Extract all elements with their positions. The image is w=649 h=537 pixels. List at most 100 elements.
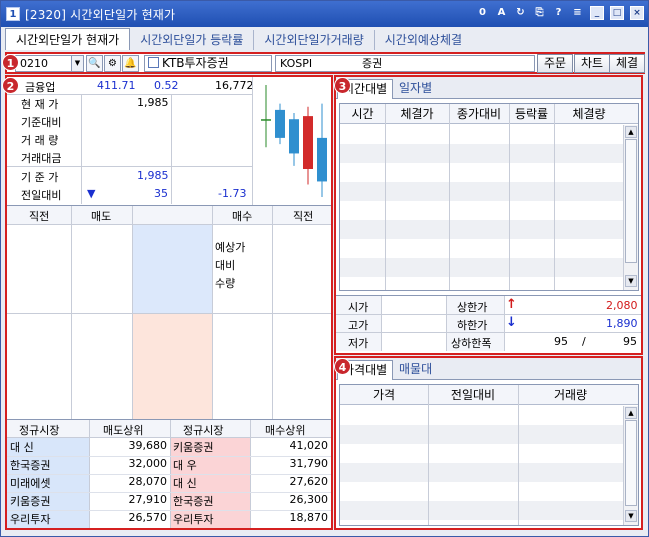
col-volume: 거래량 [553, 388, 588, 402]
trades-tabs: 시간대별 일자별 [336, 77, 641, 99]
sell-broker-name: 키움증권 [10, 495, 51, 508]
open-label: 시가 [348, 301, 369, 314]
current-price-label: 현 재 가 [21, 98, 59, 111]
tab-by-date[interactable]: 일자별 [394, 79, 437, 99]
down-arrow-icon: ▼ [87, 187, 96, 200]
close-icon[interactable]: × [630, 6, 644, 20]
col-time: 시간 [351, 107, 374, 121]
chevron-down-icon[interactable]: ▼ [71, 56, 83, 71]
ob-prev-sell-header: 직전 [29, 210, 50, 223]
main-tabs: 시간외단일가 현재가 시간외단일가 등락률 시간외단일가거래량 시간외예상체결 [5, 28, 472, 50]
scroll-thumb[interactable] [625, 420, 637, 506]
tab-rate-of-change[interactable]: 시간외단일가 등락률 [130, 30, 255, 50]
sell-broker-name: 대 신 [10, 441, 34, 454]
volume-scrollbar[interactable]: ▲ ▼ [623, 406, 638, 525]
link-number-icon[interactable]: 0 [476, 6, 489, 20]
volume-tabs: 가격대별 매물대 [336, 358, 641, 380]
stock-code-input[interactable]: 0210 ▼ [15, 55, 84, 72]
scroll-down-icon[interactable]: ▼ [625, 510, 637, 522]
sell-broker-name: 우리투자 [10, 513, 51, 526]
low-label: 저가 [348, 337, 369, 350]
sell-broker-volume: 28,070 [128, 475, 168, 488]
range-lower-value: 95 [623, 335, 637, 348]
col-diff: 종가대비 [456, 107, 502, 121]
sector-name: 증권 [362, 57, 383, 70]
trades-panel: 시간대별 일자별 시간 체결가 종가대비 등락률 체결량 ▲ ▼ 시가 고가 저… [334, 75, 643, 355]
up-arrow-icon: ↑ [506, 297, 517, 312]
expected-qty-label: 수량 [215, 277, 236, 290]
volume-label: 거 래 량 [21, 134, 59, 147]
scroll-up-icon[interactable]: ▲ [625, 126, 637, 138]
menu-icon[interactable]: ≡ [571, 6, 584, 20]
buy-broker-volume: 18,870 [289, 511, 329, 524]
order-button[interactable]: 주문 [537, 54, 573, 73]
search-icon[interactable]: 🔍 [86, 55, 103, 72]
col-rate: 등락률 [514, 107, 549, 121]
buy-broker-volume: 41,020 [289, 439, 329, 452]
chart-button[interactable]: 차트 [574, 54, 610, 73]
tab-expected-trade[interactable]: 시간외예상체결 [375, 30, 472, 50]
ob-prev-buy-header: 직전 [293, 210, 314, 223]
range-upper-value: 95 [554, 335, 568, 348]
down-arrow-icon: ↓ [506, 315, 517, 330]
base-price-value: 1,985 [137, 169, 169, 182]
range-separator: / [582, 335, 586, 348]
quote-panel: 금융업 411.71 0.52 16,772 현 재 가 1,985 기준대비 … [5, 75, 333, 530]
col-price: 체결가 [400, 107, 434, 121]
candle-body [317, 137, 327, 182]
expected-diff-label: 대비 [215, 259, 236, 272]
col-price-level: 가격 [372, 388, 396, 402]
scroll-up-icon[interactable]: ▲ [625, 407, 637, 419]
sell-broker-volume: 39,680 [128, 439, 168, 452]
range-label: 상하한폭 [451, 337, 492, 350]
volume-grid: 가격 전일대비 거래량 ▲ ▼ [339, 384, 639, 526]
vs-base-label: 기준대비 [21, 116, 62, 129]
sell-price-area [132, 225, 212, 313]
stock-type-icon [148, 57, 159, 68]
trades-grid-body [340, 125, 623, 290]
trades-grid: 시간 체결가 종가대비 등락률 체결량 ▲ ▼ [339, 103, 639, 291]
buy-broker-name: 우리투자 [173, 513, 214, 526]
help-icon[interactable]: ? [552, 6, 565, 20]
sell-broker-name: 한국증권 [10, 459, 51, 472]
copy-icon[interactable]: ⎘ [533, 6, 546, 20]
buy-broker-name: 한국증권 [173, 495, 214, 508]
lower-limit-label: 하한가 [457, 319, 488, 332]
trade-button[interactable]: 체결 [609, 54, 645, 73]
broker-buy-top-header: 매수상위 [265, 424, 306, 437]
buy-broker-volume: 26,300 [289, 493, 329, 506]
scroll-thumb[interactable] [625, 139, 637, 263]
trades-scrollbar[interactable]: ▲ ▼ [623, 125, 638, 290]
volume-grid-header: 가격 전일대비 거래량 [340, 385, 638, 405]
current-price-value: 1,985 [137, 96, 169, 109]
font-icon[interactable]: A [495, 6, 508, 20]
stock-name-field[interactable]: KTB투자증권 [144, 55, 272, 72]
col-qty: 체결량 [572, 107, 606, 121]
upper-limit-label: 상한가 [457, 301, 488, 314]
lower-limit-value: 1,890 [606, 317, 638, 330]
market-info: KOSPI 증권 [275, 55, 535, 72]
sell-broker-volume: 26,570 [128, 511, 168, 524]
badge-1: 1 [2, 54, 19, 71]
refresh-icon[interactable]: ↻ [514, 6, 527, 20]
title-bar: 1 [2320] 시간외단일가 현재가 0 A ↻ ⎘ ? ≡ _ □ × [1, 1, 648, 27]
sell-broker-volume: 32,000 [128, 457, 168, 470]
buy-broker-name: 키움증권 [173, 441, 214, 454]
scroll-down-icon[interactable]: ▼ [625, 275, 637, 287]
base-price-label: 기 준 가 [21, 171, 59, 184]
tab-supply[interactable]: 매물대 [394, 360, 437, 380]
buy-broker-volume: 27,620 [289, 475, 329, 488]
settings-icon[interactable]: ⚙ [104, 55, 121, 72]
buy-broker-name: 대 신 [173, 477, 197, 490]
minimize-icon[interactable]: _ [590, 6, 604, 20]
tab-current-price[interactable]: 시간외단일가 현재가 [5, 28, 131, 50]
bell-icon[interactable]: 🔔 [122, 55, 139, 72]
maximize-icon[interactable]: □ [610, 6, 624, 20]
upper-limit-value: 2,080 [606, 299, 638, 312]
market-name: KOSPI [280, 57, 313, 70]
tab-volume[interactable]: 시간외단일가거래량 [254, 30, 375, 50]
broker-buy-market-header: 정규시장 [183, 424, 224, 437]
app-icon: 1 [6, 7, 20, 21]
badge-3: 3 [334, 77, 351, 94]
buy-price-area [132, 314, 212, 419]
